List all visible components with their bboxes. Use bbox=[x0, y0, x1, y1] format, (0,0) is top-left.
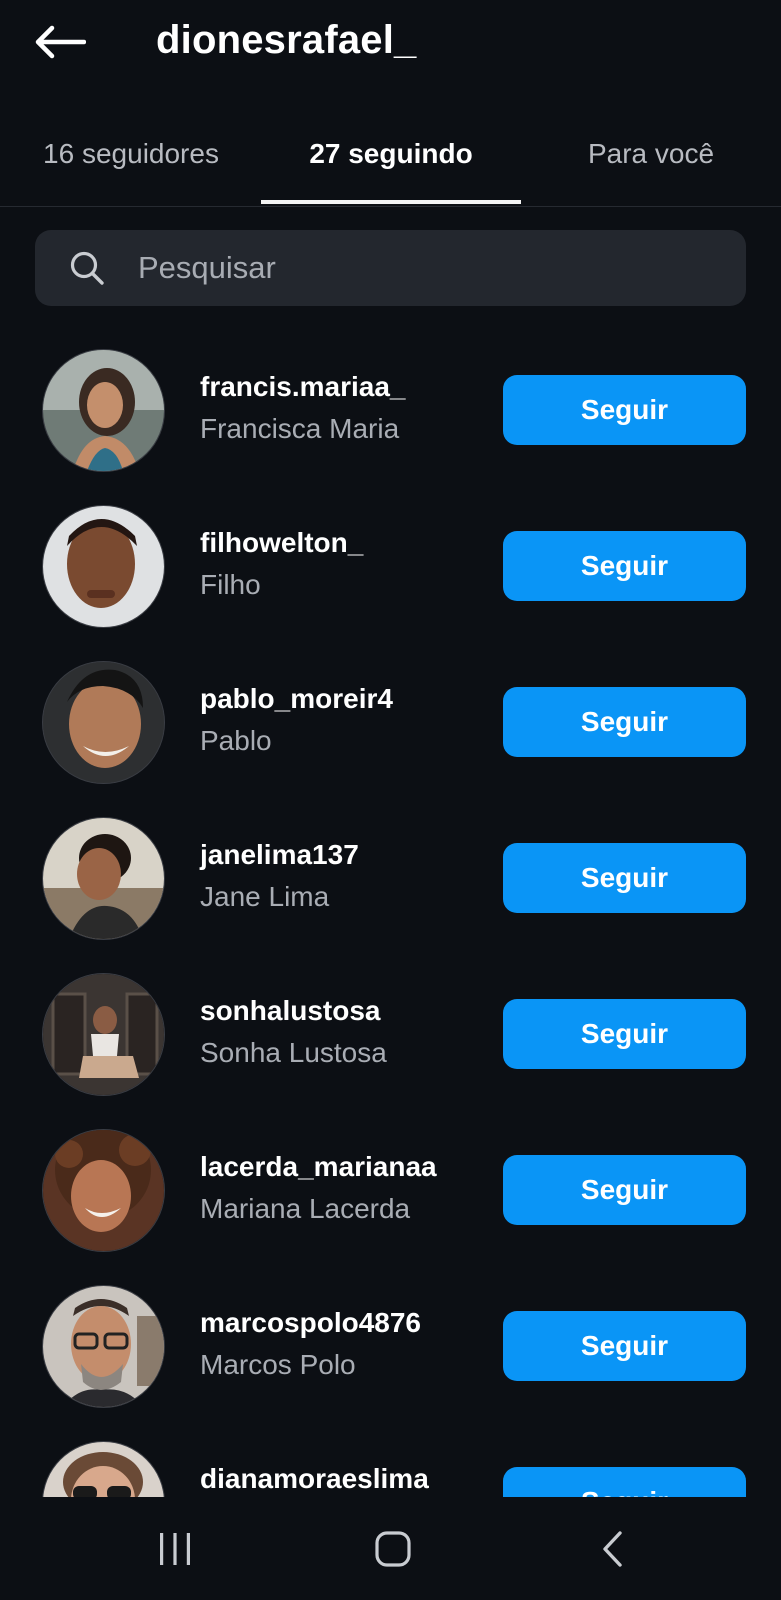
recent-apps-button[interactable] bbox=[135, 1519, 215, 1579]
avatar[interactable] bbox=[43, 818, 164, 939]
username[interactable]: sonhalustosa bbox=[200, 995, 380, 1027]
system-navigation-bar bbox=[0, 1497, 781, 1600]
tab-followers[interactable]: 16 seguidores bbox=[1, 116, 261, 204]
avatar[interactable] bbox=[43, 662, 164, 783]
full-name: Jane Lima bbox=[200, 881, 330, 912]
list-item[interactable]: lacerda_marianaa Mariana Lacerda Seguir bbox=[0, 1115, 781, 1271]
avatar[interactable] bbox=[43, 350, 164, 471]
avatar[interactable] bbox=[43, 1442, 164, 1497]
full-name: Mariana Lacerda bbox=[200, 1193, 411, 1224]
follow-button[interactable]: Seguir bbox=[503, 1467, 746, 1497]
follow-button[interactable]: Seguir bbox=[503, 843, 746, 913]
system-back-button[interactable] bbox=[572, 1519, 652, 1579]
follow-button[interactable]: Seguir bbox=[503, 1155, 746, 1225]
list-item[interactable]: sonhalustosa Sonha Lustosa Seguir bbox=[0, 959, 781, 1115]
username[interactable]: francis.mariaa_ bbox=[200, 371, 405, 403]
follow-button[interactable]: Seguir bbox=[503, 999, 746, 1069]
search-icon bbox=[68, 249, 106, 287]
avatar[interactable] bbox=[43, 1286, 164, 1407]
system-back-icon bbox=[603, 1531, 622, 1567]
page-title: dionesrafael_ bbox=[156, 18, 417, 62]
recent-apps-icon bbox=[160, 1533, 190, 1565]
list-item[interactable]: pablo_moreir4 Pablo Seguir bbox=[0, 647, 781, 803]
search-input[interactable] bbox=[136, 249, 746, 287]
following-list: francis.mariaa_ Francisca Maria Seguir f… bbox=[0, 335, 781, 1497]
home-icon bbox=[375, 1531, 411, 1567]
list-item[interactable]: marcospolo4876 Marcos Polo Seguir bbox=[0, 1271, 781, 1427]
follow-button[interactable]: Seguir bbox=[503, 531, 746, 601]
home-button[interactable] bbox=[353, 1519, 433, 1579]
full-name: Filho bbox=[200, 569, 261, 600]
search-bar[interactable] bbox=[35, 230, 746, 306]
avatar[interactable] bbox=[43, 506, 164, 627]
username[interactable]: filhowelton_ bbox=[200, 527, 363, 559]
list-item[interactable]: janelima137 Jane Lima Seguir bbox=[0, 803, 781, 959]
tab-bar: 16 seguidores 27 seguindo Para você bbox=[0, 116, 781, 207]
follow-button[interactable]: Seguir bbox=[503, 1311, 746, 1381]
avatar[interactable] bbox=[43, 974, 164, 1095]
full-name: Francisca Maria bbox=[200, 413, 400, 444]
tab-for-you[interactable]: Para você bbox=[521, 116, 781, 204]
list-item[interactable]: filhowelton_ Filho Seguir bbox=[0, 491, 781, 647]
active-tab-indicator bbox=[261, 200, 521, 204]
full-name: Sonha Lustosa bbox=[200, 1037, 387, 1068]
username[interactable]: pablo_moreir4 bbox=[200, 683, 393, 715]
username[interactable]: marcospolo4876 bbox=[200, 1307, 421, 1339]
back-button[interactable] bbox=[34, 22, 86, 62]
username[interactable]: janelima137 bbox=[200, 839, 359, 871]
username[interactable]: dianamoraeslima bbox=[200, 1463, 429, 1495]
list-item[interactable]: dianamoraeslima Seguir bbox=[0, 1427, 781, 1497]
full-name: Pablo bbox=[200, 725, 272, 756]
username[interactable]: lacerda_marianaa bbox=[200, 1151, 437, 1183]
avatar[interactable] bbox=[43, 1130, 164, 1251]
full-name: Marcos Polo bbox=[200, 1349, 356, 1380]
top-app-bar: dionesrafael_ bbox=[0, 0, 781, 86]
follow-button[interactable]: Seguir bbox=[503, 687, 746, 757]
list-item[interactable]: francis.mariaa_ Francisca Maria Seguir bbox=[0, 335, 781, 491]
follow-button[interactable]: Seguir bbox=[503, 375, 746, 445]
tab-following[interactable]: 27 seguindo bbox=[261, 116, 521, 204]
arrow-left-icon bbox=[35, 25, 86, 59]
